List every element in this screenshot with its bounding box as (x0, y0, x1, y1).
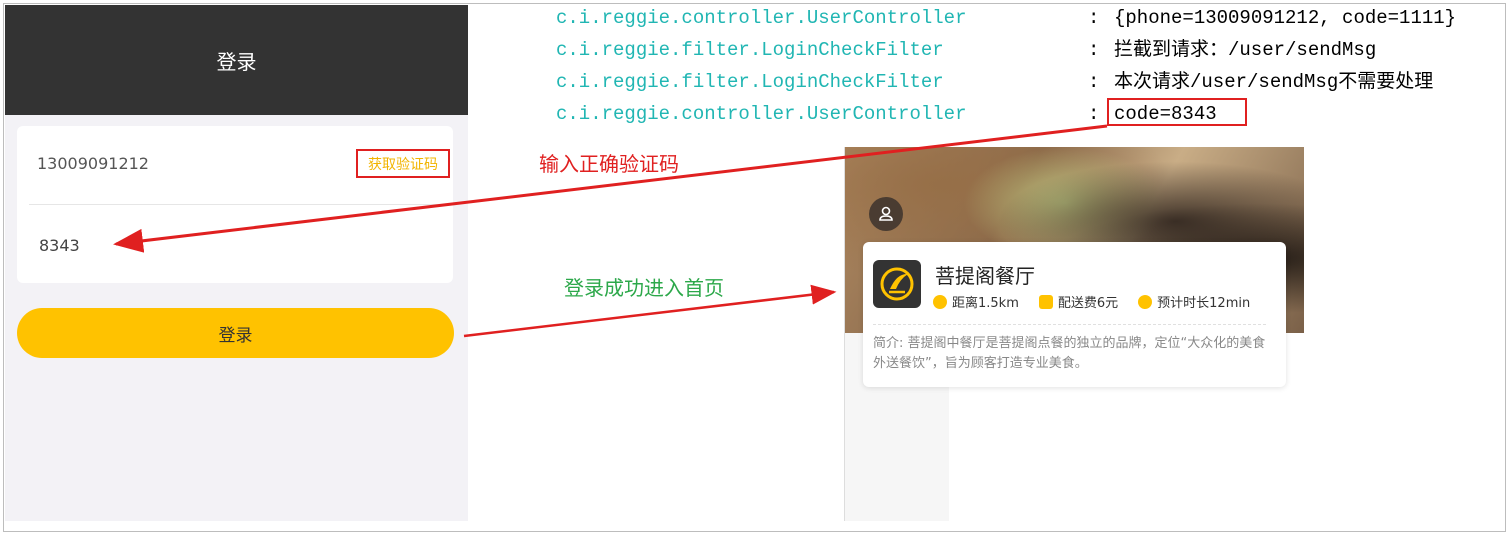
log-class-name: c.i.reggie.controller.UserController (556, 7, 967, 29)
delivery-fee-info: 配送费6元 (1038, 292, 1119, 311)
code-highlight-box (1107, 98, 1247, 126)
login-screen: 登录 13009091212 获取验证码 8343 登录 (5, 5, 468, 521)
log-class-name: c.i.reggie.filter.LoginCheckFilter (556, 39, 944, 61)
log-class-name: c.i.reggie.controller.UserController (556, 103, 967, 125)
distance-info: 距离1.5km (933, 292, 1019, 311)
log-message: 本次请求/user/sendMsg不需要处理 (1114, 71, 1434, 93)
eta-text: 预计时长12min (1157, 296, 1251, 311)
shop-info-card: 菩提阁餐厅 距离1.5km 配送费6元 预计时长12min 简介: 菩提阁中餐厅… (863, 242, 1286, 387)
code-input[interactable]: 8343 (39, 236, 80, 255)
login-button[interactable]: 登录 (17, 308, 454, 358)
log-message: 拦截到请求：/user/sendMsg (1114, 39, 1377, 61)
log-message: {phone=13009091212, code=1111} (1114, 7, 1457, 29)
delivery-fee-text: 配送费6元 (1057, 296, 1119, 311)
distance-text: 距离1.5km (952, 296, 1019, 311)
log-class-name: c.i.reggie.filter.LoginCheckFilter (556, 71, 944, 93)
annotation-enter-code: 输入正确验证码 (539, 152, 679, 176)
log-separator: : (1088, 7, 1100, 29)
log-separator: : (1088, 71, 1100, 93)
login-header: 登录 (5, 5, 468, 115)
shop-description: 简介: 菩提阁中餐厅是菩提阁点餐的独立的品牌，定位“大众化的美食外送餐饮”，旨为… (873, 336, 1266, 371)
phone-input[interactable]: 13009091212 (37, 154, 149, 173)
home-page-preview: 菩提阁餐厅 距离1.5km 配送费6元 预计时长12min 简介: 菩提阁中餐厅… (844, 147, 1304, 521)
annotation-login-success: 登录成功进入首页 (564, 276, 724, 300)
shop-name: 菩提阁餐厅 (935, 264, 1035, 288)
shop-meta: 距离1.5km 配送费6元 预计时长12min (933, 292, 1250, 311)
login-header-title: 登录 (216, 49, 257, 74)
shop-divider (873, 324, 1266, 325)
user-icon[interactable] (869, 197, 903, 231)
form-divider (29, 204, 453, 205)
clock-icon (933, 294, 947, 309)
shop-logo (873, 260, 921, 308)
get-code-button[interactable]: 获取验证码 (356, 149, 450, 178)
log-separator: : (1088, 39, 1100, 61)
money-bag-icon (1038, 294, 1053, 309)
log-separator: : (1088, 103, 1100, 125)
navigation-arrow-icon (1138, 294, 1153, 309)
eta-info: 预计时长12min (1138, 292, 1250, 311)
login-form-card: 13009091212 获取验证码 8343 (17, 126, 453, 283)
